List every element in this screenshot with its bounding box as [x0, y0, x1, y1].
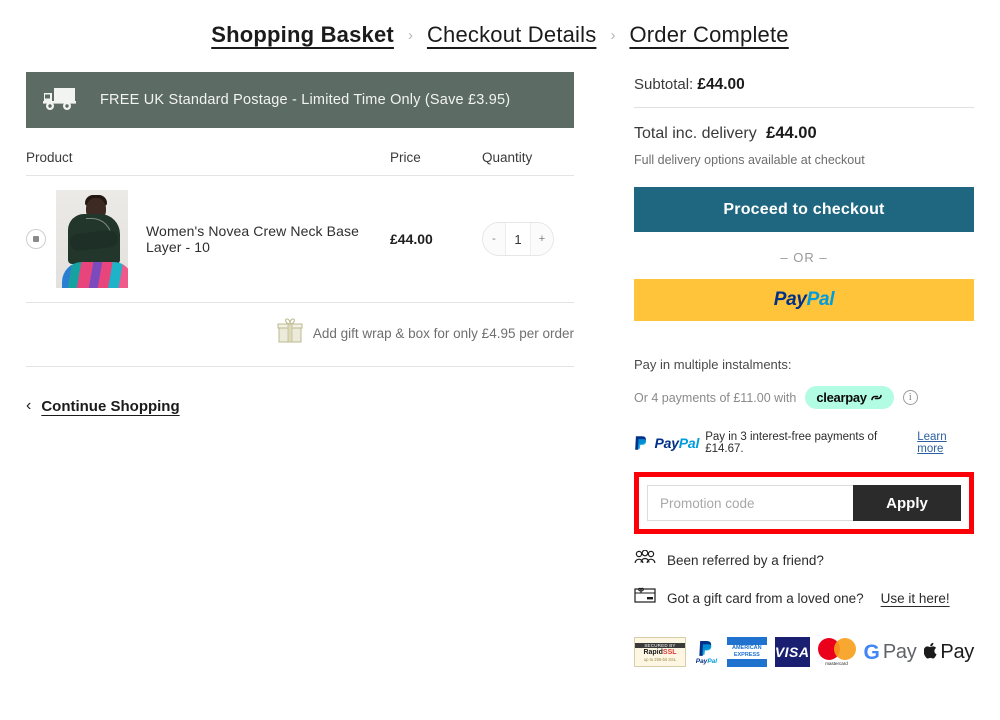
- breadcrumb: Shopping Basket › Checkout Details › Ord…: [0, 0, 1000, 48]
- mastercard-circles-icon: [818, 638, 856, 660]
- google-g-icon: G: [864, 642, 880, 663]
- free-shipping-banner: FREE UK Standard Postage - Limited Time …: [26, 72, 574, 128]
- paypal-instalments-text: Pay in 3 interest-free payments of £14.6…: [705, 431, 911, 455]
- subtotal-value: £44.00: [697, 76, 744, 93]
- subtotal-row: Subtotal: £44.00: [634, 76, 974, 107]
- rapidssl-secured-by-text: SECURED BY: [635, 643, 685, 648]
- clearpay-text: Or 4 payments of £11.00 with: [634, 391, 796, 405]
- clearpay-info-icon[interactable]: i: [903, 390, 918, 405]
- rapidssl-name: RapidSSL: [643, 649, 676, 656]
- breadcrumb-step-shopping-basket[interactable]: Shopping Basket: [211, 22, 394, 48]
- instalments-title: Pay in multiple instalments:: [634, 321, 974, 386]
- delivery-note: Full delivery options available at check…: [634, 143, 974, 167]
- order-summary-column: Subtotal: £44.00 Total inc. delivery £44…: [634, 72, 974, 667]
- apply-promotion-button[interactable]: Apply: [853, 485, 961, 521]
- payment-methods-row: SECURED BY RapidSSL up to 256-bit SSL Pa…: [634, 609, 974, 667]
- paypal-logo-pal: Pal: [807, 289, 835, 310]
- paypal-learn-more-link[interactable]: Learn more: [917, 431, 974, 455]
- continue-shopping-label: Continue Shopping: [41, 398, 179, 415]
- amex-line-1: AMERICAN: [727, 645, 767, 652]
- clearpay-mark-icon: [870, 391, 883, 404]
- paypal-badge-wordmark: PayPal: [696, 658, 717, 665]
- breadcrumb-step-order-complete[interactable]: Order Complete: [629, 22, 788, 48]
- promotion-code-row: Apply: [647, 485, 961, 521]
- proceed-to-checkout-button[interactable]: Proceed to checkout: [634, 187, 974, 232]
- total-row: Total inc. delivery £44.00: [634, 108, 974, 143]
- gift-box-icon: [277, 317, 303, 350]
- promotion-code-highlight: Apply: [634, 472, 974, 534]
- remove-item-icon: [33, 236, 39, 242]
- rapidssl-bits-text: up to 256-bit SSL: [644, 657, 676, 662]
- breadcrumb-separator-icon: ›: [408, 27, 413, 44]
- continue-shopping-link[interactable]: ‹ Continue Shopping: [26, 367, 574, 415]
- rapidssl-badge: SECURED BY RapidSSL up to 256-bit SSL: [634, 637, 686, 667]
- breadcrumb-separator-icon: ›: [610, 27, 615, 44]
- paypal-instalments-row: PayPal Pay in 3 interest-free payments o…: [634, 409, 974, 455]
- visa-badge: VISA: [775, 637, 810, 667]
- thumbnail-model-leggings: [62, 262, 128, 288]
- clearpay-row: Or 4 payments of £11.00 with clearpay i: [634, 386, 974, 409]
- product-name[interactable]: Women's Novea Crew Neck Base Layer - 10: [128, 223, 390, 255]
- quantity-value[interactable]: 1: [505, 223, 531, 255]
- amex-line-2: EXPRESS: [727, 652, 767, 659]
- quantity-decrease-button[interactable]: -: [483, 223, 505, 255]
- rapidssl-name-rapid: Rapid: [643, 649, 662, 656]
- use-gift-card-link[interactable]: Use it here!: [881, 591, 950, 606]
- basket-item-row: Women's Novea Crew Neck Base Layer - 10 …: [26, 176, 574, 303]
- clearpay-logo[interactable]: clearpay: [805, 386, 893, 409]
- free-shipping-banner-text: FREE UK Standard Postage - Limited Time …: [100, 92, 510, 108]
- or-divider: – OR –: [634, 232, 974, 279]
- promotion-code-input[interactable]: [647, 485, 853, 521]
- gift-card-label: Got a gift card from a loved one?: [667, 591, 864, 606]
- total-label: Total inc. delivery: [634, 125, 757, 142]
- column-header-price: Price: [390, 150, 482, 165]
- subtotal-label: Subtotal:: [634, 76, 693, 93]
- paypal-instalments-logo-pal: Pal: [679, 435, 699, 451]
- gift-wrap-row[interactable]: Add gift wrap & box for only £4.95 per o…: [26, 303, 574, 367]
- clearpay-wordmark: clearpay: [816, 390, 866, 405]
- quantity-increase-button[interactable]: +: [531, 223, 553, 255]
- paypal-checkout-button[interactable]: PayPal: [634, 279, 974, 321]
- basket-column: FREE UK Standard Postage - Limited Time …: [26, 72, 574, 667]
- product-price: £44.00: [390, 231, 482, 247]
- column-header-product: Product: [26, 150, 390, 165]
- breadcrumb-step-checkout-details[interactable]: Checkout Details: [427, 22, 597, 48]
- column-header-quantity: Quantity: [482, 150, 574, 165]
- gift-card-icon: [634, 587, 656, 609]
- total-value: £44.00: [766, 124, 816, 142]
- gift-card-row[interactable]: Got a gift card from a loved one? Use it…: [634, 571, 974, 609]
- referral-label: Been referred by a friend?: [667, 553, 824, 568]
- quantity-cell: - 1 +: [482, 222, 574, 256]
- paypal-mark-icon: [634, 435, 648, 452]
- apple-pay-badge: Pay: [924, 637, 974, 667]
- referral-row[interactable]: Been referred by a friend?: [634, 534, 974, 571]
- paypal-badge-icon: [697, 640, 715, 658]
- paypal-badge-pay: Pay: [696, 658, 708, 665]
- google-pay-label: Pay: [883, 641, 917, 664]
- paypal-logo: PayPal: [774, 289, 835, 311]
- gift-wrap-label: Add gift wrap & box for only £4.95 per o…: [313, 326, 574, 341]
- people-group-icon: [634, 550, 656, 571]
- paypal-logo-pay: Pay: [774, 289, 807, 310]
- google-pay-badge: G Pay: [864, 637, 917, 667]
- paypal-instalments-logo-pay: Pay: [654, 435, 678, 451]
- apple-logo-icon: [924, 642, 938, 662]
- page-body: FREE UK Standard Postage - Limited Time …: [0, 48, 1000, 667]
- rapidssl-name-ssl: SSL: [663, 649, 677, 656]
- paypal-badge: PayPal: [694, 637, 719, 667]
- mastercard-badge: mastercard: [818, 637, 856, 667]
- quantity-stepper: - 1 +: [482, 222, 554, 256]
- paypal-badge-pal: Pal: [707, 658, 717, 665]
- basket-table-header: Product Price Quantity: [26, 128, 574, 176]
- delivery-truck-icon: [42, 84, 82, 117]
- apple-pay-label: Pay: [940, 641, 974, 664]
- amex-badge: AMERICAN EXPRESS: [727, 637, 767, 667]
- product-thumbnail[interactable]: [56, 190, 128, 288]
- paypal-instalments-logo: PayPal: [654, 435, 699, 451]
- chevron-left-icon: ‹: [26, 397, 31, 415]
- mastercard-label: mastercard: [825, 661, 848, 666]
- remove-item-button[interactable]: [26, 229, 46, 249]
- mastercard-yellow-circle: [834, 638, 856, 660]
